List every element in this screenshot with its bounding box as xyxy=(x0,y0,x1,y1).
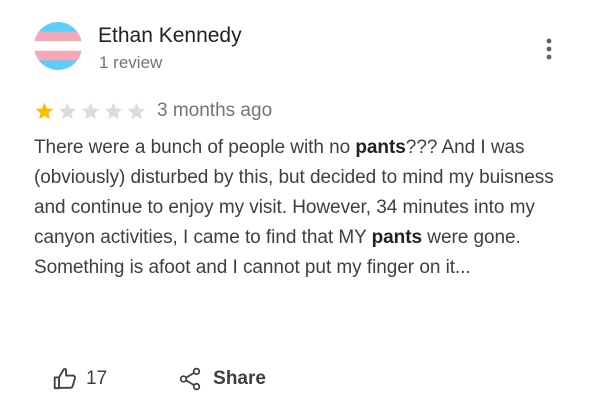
share-icon xyxy=(179,367,201,391)
review-text-highlight: pants xyxy=(371,227,423,248)
review-text-segment: There were a bunch of people with no xyxy=(34,137,356,158)
review-time: 3 months ago xyxy=(157,100,273,121)
review-actions: 17 Share xyxy=(52,362,266,396)
avatar-stripe xyxy=(34,22,82,33)
reviewer-avatar[interactable] xyxy=(34,22,82,70)
star-empty-icon xyxy=(127,102,146,119)
star-empty-icon xyxy=(81,102,100,119)
avatar-stripe xyxy=(34,31,82,42)
like-count: 17 xyxy=(86,368,108,389)
avatar-stripe xyxy=(34,50,82,61)
star-rating xyxy=(34,101,147,122)
more-vertical-icon xyxy=(546,38,552,60)
share-label: Share xyxy=(213,368,266,389)
review-text-highlight: pants xyxy=(355,137,406,158)
reviewer-review-count: 1 review xyxy=(99,53,163,72)
rating-row: 3 months ago xyxy=(34,99,272,123)
star-empty-icon xyxy=(58,102,77,119)
review-text: There were a bunch of people with no pan… xyxy=(34,133,564,283)
trans-flag-avatar-icon xyxy=(34,22,82,70)
more-options-button[interactable] xyxy=(534,34,564,64)
star-filled-icon xyxy=(35,102,54,119)
reviewer-name[interactable]: Ethan Kennedy xyxy=(98,22,242,50)
avatar-stripe xyxy=(34,41,82,52)
thumbs-up-icon xyxy=(53,368,76,390)
share-button[interactable]: Share xyxy=(177,366,266,392)
star-empty-icon xyxy=(104,102,123,119)
like-button[interactable]: 17 xyxy=(52,366,107,392)
avatar-stripe xyxy=(34,60,82,70)
